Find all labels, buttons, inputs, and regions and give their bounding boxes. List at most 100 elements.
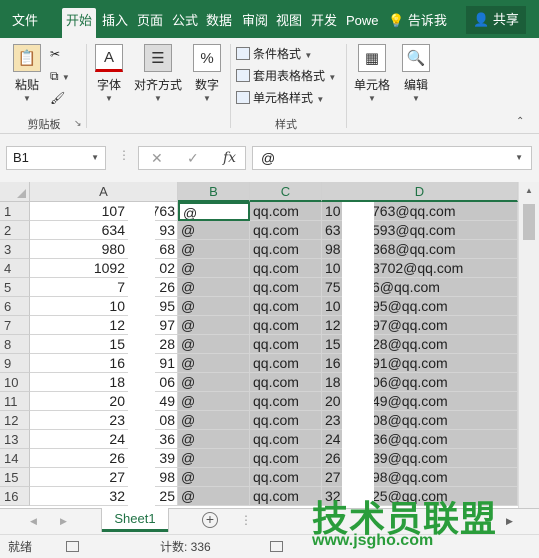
format-painter-button[interactable]: 🖌 — [50, 88, 65, 108]
tab-power[interactable]: Powe — [346, 8, 378, 34]
cell-a[interactable]: 18 06 — [30, 373, 178, 392]
add-sheet-icon[interactable]: + — [202, 512, 218, 528]
tab-view[interactable]: 视图 — [274, 8, 304, 34]
number-button[interactable]: % 数字 ▼ — [190, 44, 224, 103]
cell-c[interactable]: qq.com — [250, 202, 322, 221]
splitter-icon[interactable]: ⋮ — [118, 148, 130, 162]
cell-a[interactable]: 15 28 — [30, 335, 178, 354]
cell-a[interactable]: 634 93 — [30, 221, 178, 240]
cell-a[interactable]: 27 98 — [30, 468, 178, 487]
chevron-down-icon[interactable]: ▼ — [91, 147, 99, 169]
select-all-corner[interactable] — [0, 182, 30, 202]
cell-a[interactable]: 23 08 — [30, 411, 178, 430]
macro-record-icon[interactable] — [66, 541, 79, 552]
row-header[interactable]: 9 — [0, 354, 30, 373]
cell-c[interactable]: qq.com — [250, 468, 322, 487]
font-button[interactable]: A 字体 ▼ — [92, 44, 126, 103]
splitter-icon[interactable]: ⋮ — [240, 513, 252, 527]
cell-c[interactable]: qq.com — [250, 316, 322, 335]
collapse-ribbon-icon[interactable]: ⌃ — [516, 116, 524, 127]
format-as-table-button[interactable]: 套用表格格式 ▼ — [236, 66, 336, 86]
cell-b[interactable]: @ — [178, 221, 250, 240]
row-header[interactable]: 8 — [0, 335, 30, 354]
cell-b[interactable]: @ — [178, 354, 250, 373]
row-header[interactable]: 14 — [0, 449, 30, 468]
cell-b[interactable]: @ — [178, 259, 250, 278]
tab-developer[interactable]: 开发 — [308, 8, 340, 34]
cell-b[interactable]: @ — [178, 202, 250, 221]
cell-a[interactable]: 16 91 — [30, 354, 178, 373]
cell-c[interactable]: qq.com — [250, 354, 322, 373]
cell-a[interactable]: 7 26 — [30, 278, 178, 297]
cell-c[interactable]: qq.com — [250, 221, 322, 240]
chevron-down-icon[interactable]: ▼ — [515, 147, 523, 169]
row-header[interactable]: 7 — [0, 316, 30, 335]
cell-c[interactable]: qq.com — [250, 240, 322, 259]
normal-view-icon[interactable] — [270, 541, 283, 552]
cells-button[interactable]: ▦ 单元格 ▼ — [352, 44, 392, 103]
row-header[interactable]: 12 — [0, 411, 30, 430]
row-header[interactable]: 16 — [0, 487, 30, 506]
cell-b[interactable]: @ — [178, 392, 250, 411]
cell-a[interactable]: 10 95 — [30, 297, 178, 316]
row-header[interactable]: 6 — [0, 297, 30, 316]
cell-a[interactable]: 32 25 — [30, 487, 178, 506]
edit-button[interactable]: 🔍 编辑 ▼ — [398, 44, 434, 103]
cell-c[interactable]: qq.com — [250, 259, 322, 278]
row-header[interactable]: 4 — [0, 259, 30, 278]
cell-c[interactable]: qq.com — [250, 373, 322, 392]
row-header[interactable]: 13 — [0, 430, 30, 449]
row-header[interactable]: 5 — [0, 278, 30, 297]
tab-file[interactable]: 文件 — [8, 8, 42, 34]
cell-a[interactable]: 20 49 — [30, 392, 178, 411]
tell-me-box[interactable]: 💡 告诉我 — [388, 8, 447, 34]
cell-b[interactable]: @ — [178, 449, 250, 468]
scroll-thumb[interactable] — [523, 204, 535, 240]
cell-b[interactable]: @ — [178, 297, 250, 316]
cell-b[interactable]: @ — [178, 487, 250, 506]
cell-c[interactable]: qq.com — [250, 449, 322, 468]
column-header-c[interactable]: C — [250, 182, 322, 202]
cell-a[interactable]: 1092 02 — [30, 259, 178, 278]
cell-a[interactable]: 980 68 — [30, 240, 178, 259]
cell-c[interactable]: qq.com — [250, 411, 322, 430]
tab-review[interactable]: 审阅 — [240, 8, 270, 34]
scroll-up-icon[interactable]: ▲ — [525, 186, 533, 195]
cell-c[interactable]: qq.com — [250, 297, 322, 316]
cell-b[interactable]: @ — [178, 335, 250, 354]
cell-c[interactable]: qq.com — [250, 430, 322, 449]
column-header-b[interactable]: B — [178, 182, 250, 202]
vertical-scrollbar[interactable]: ▲ — [518, 182, 539, 508]
cell-b[interactable]: @ — [178, 468, 250, 487]
confirm-icon[interactable]: ✓ — [187, 150, 199, 167]
cell-a[interactable]: 26 39 — [30, 449, 178, 468]
formula-input[interactable]: @ ▼ — [252, 146, 532, 170]
cell-b[interactable]: @ — [178, 411, 250, 430]
cell-c[interactable]: qq.com — [250, 278, 322, 297]
cell-b[interactable]: @ — [178, 316, 250, 335]
tab-formulas[interactable]: 公式 — [170, 8, 200, 34]
share-button[interactable]: 👤 共享 — [466, 6, 526, 34]
name-box[interactable]: B1 ▼ — [6, 146, 106, 170]
prev-sheet-icon[interactable]: ◀ — [30, 516, 37, 527]
function-icon[interactable]: fx — [223, 150, 236, 166]
row-header[interactable]: 2 — [0, 221, 30, 240]
tab-data[interactable]: 数据 — [204, 8, 234, 34]
cell-a[interactable]: 12 97 — [30, 316, 178, 335]
column-header-a[interactable]: A — [30, 182, 178, 202]
paste-button[interactable]: 📋 粘贴 ▼ — [8, 44, 46, 103]
row-header[interactable]: 10 — [0, 373, 30, 392]
cancel-icon[interactable]: ✕ — [151, 150, 163, 167]
worksheet-grid[interactable]: A B C D 107 763 @ qq.com 10 763@qq.com 634 93 @ q… — [0, 182, 539, 508]
dialog-launcher-icon[interactable]: ↘ — [74, 118, 82, 129]
sheet-tab-sheet1[interactable]: Sheet1 — [102, 508, 168, 532]
cell-c[interactable]: qq.com — [250, 335, 322, 354]
cell-a[interactable]: 24 36 — [30, 430, 178, 449]
cell-b[interactable]: @ — [178, 240, 250, 259]
cell-b[interactable]: @ — [178, 373, 250, 392]
row-header[interactable]: 11 — [0, 392, 30, 411]
next-sheet-icon[interactable]: ▶ — [60, 516, 67, 527]
cut-button[interactable]: ✂ — [50, 44, 60, 64]
tab-insert[interactable]: 插入 — [100, 8, 130, 34]
tab-page-layout[interactable]: 页面 — [134, 8, 166, 34]
